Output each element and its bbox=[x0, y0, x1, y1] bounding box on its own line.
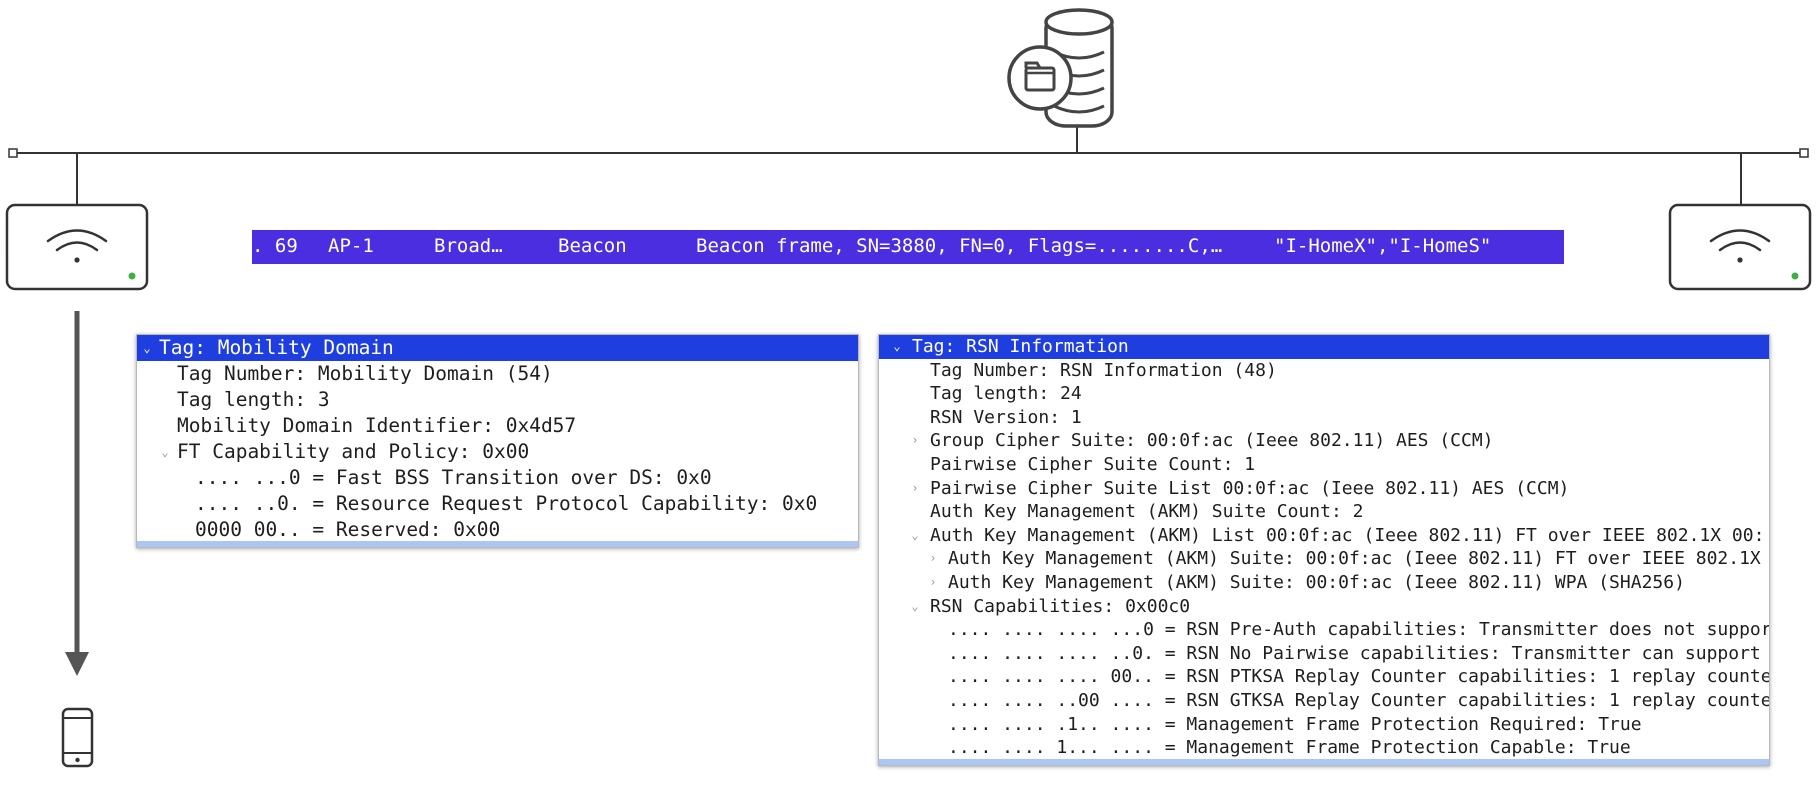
expand-chevron-down-icon[interactable]: ⌄ bbox=[159, 439, 171, 465]
tree-row-label: .... .... .... ...0 = RSN Pre-Auth capab… bbox=[948, 619, 1770, 641]
tree-row[interactable]: Tag Number: Mobility Domain (54) bbox=[137, 361, 858, 387]
wifi-access-point-icon bbox=[1668, 203, 1812, 291]
tree-row-label: Tag: RSN Information bbox=[912, 336, 1129, 357]
tree-header-row[interactable]: ⌄ Tag: Mobility Domain bbox=[137, 335, 858, 361]
tree-row-label: .... .... .1.. .... = Management Frame P… bbox=[948, 713, 1642, 735]
tree-row[interactable]: › Auth Key Management (AKM) Suite: 00:0f:… bbox=[879, 571, 1769, 595]
tree-row-label: Auth Key Management (AKM) List 00:0f:ac … bbox=[930, 524, 1765, 546]
expand-chevron-right-icon[interactable]: › bbox=[909, 477, 921, 501]
packet-source: AP-1 bbox=[328, 235, 374, 257]
tree-header-row[interactable]: ⌄ Tag: RSN Information bbox=[879, 335, 1769, 359]
tree-row-label: .... .... ..00 .... = RSN GTKSA Replay C… bbox=[948, 690, 1770, 711]
rsn-information-detail-panel[interactable]: ⌄ Tag: RSN Information Tag Number: RSN Inf… bbox=[878, 334, 1770, 766]
tree-row-label: Tag length: 24 bbox=[930, 383, 1082, 405]
tree-row[interactable]: ⌄ FT Capability and Policy: 0x00 bbox=[137, 439, 858, 465]
tree-row-label: Tag length: 3 bbox=[177, 388, 330, 411]
database-server-icon bbox=[1007, 8, 1114, 128]
tree-row[interactable]: ⌄ RSN Capabilities: 0x00c0 bbox=[879, 595, 1769, 619]
panel-next-row-strip bbox=[879, 759, 1769, 765]
tree-row[interactable]: › Group Cipher Suite: 00:0f:ac (Ieee 802.… bbox=[879, 429, 1769, 453]
tree-row[interactable]: Tag length: 3 bbox=[137, 387, 858, 413]
tree-row-label: Auth Key Management (AKM) Suite: 00:0f:a… bbox=[948, 548, 1761, 570]
tree-row[interactable]: › Auth Key Management (AKM) Suite: 00:0f:… bbox=[879, 547, 1769, 571]
tree-row-label: RSN Version: 1 bbox=[930, 406, 1082, 428]
tree-row[interactable]: .... .... 1... .... = Management Frame P… bbox=[879, 736, 1769, 760]
packet-ssids: "I-HomeX","I-HomeS" bbox=[1274, 235, 1492, 257]
tree-row-label: Pairwise Cipher Suite List 00:0f:ac (Iee… bbox=[930, 477, 1570, 499]
tree-row-label: RSN Capabilities: 0x00c0 bbox=[930, 595, 1191, 617]
tree-row[interactable]: 0000 00.. = Reserved: 0x00 bbox=[137, 517, 858, 543]
tree-row[interactable]: ⌄ Auth Key Management (AKM) List 00:0f:ac… bbox=[879, 524, 1769, 548]
expand-chevron-right-icon[interactable]: › bbox=[909, 429, 921, 453]
wifi-access-point-icon bbox=[5, 203, 149, 291]
tree-row-label: Tag Number: RSN Information (48) bbox=[930, 359, 1277, 381]
expand-chevron-right-icon[interactable]: › bbox=[927, 571, 939, 595]
expand-chevron-down-icon[interactable]: ⌄ bbox=[909, 524, 921, 548]
tree-row-label: Pairwise Cipher Suite Count: 1 bbox=[930, 454, 1256, 475]
tree-row[interactable]: .... .... .... ..0. = RSN No Pairwise ca… bbox=[879, 642, 1769, 666]
backbone-endpoint-right bbox=[1799, 148, 1809, 158]
tree-row-label: Mobility Domain Identifier: 0x4d57 bbox=[177, 414, 577, 437]
packet-destination: Broad… bbox=[434, 235, 503, 257]
tree-row-label: .... ...0 = Fast BSS Transition over DS:… bbox=[195, 466, 712, 489]
packet-list-row[interactable]: . 69 AP-1 Broad… Beacon Beacon frame, SN… bbox=[252, 230, 1564, 264]
tree-row[interactable]: › Pairwise Cipher Suite List 00:0f:ac (Ie… bbox=[879, 477, 1769, 501]
tree-row[interactable]: Tag Number: RSN Information (48) bbox=[879, 359, 1769, 383]
tree-row-label: .... .... .... 00.. = RSN PTKSA Replay C… bbox=[948, 666, 1770, 688]
mobility-domain-detail-panel[interactable]: ⌄ Tag: Mobility Domain Tag Number: Mobilit… bbox=[136, 334, 859, 548]
tree-row[interactable]: Pairwise Cipher Suite Count: 1 bbox=[879, 453, 1769, 477]
expand-chevron-down-icon[interactable]: ⌄ bbox=[891, 335, 903, 359]
tree-row-label: .... ..0. = Resource Request Protocol Ca… bbox=[195, 492, 818, 515]
packet-number: . 69 bbox=[252, 235, 298, 257]
packet-protocol: Beacon bbox=[558, 235, 627, 257]
expand-chevron-right-icon[interactable]: › bbox=[927, 547, 939, 571]
packet-info: Beacon frame, SN=3880, FN=0, Flags=.....… bbox=[696, 235, 1223, 257]
tree-row[interactable]: Mobility Domain Identifier: 0x4d57 bbox=[137, 413, 858, 439]
tree-row-label: .... .... 1... .... = Management Frame P… bbox=[948, 737, 1631, 759]
tree-row[interactable]: .... .... ..00 .... = RSN GTKSA Replay C… bbox=[879, 689, 1769, 713]
tree-row-label: 0000 00.. = Reserved: 0x00 bbox=[195, 518, 501, 541]
tree-row[interactable]: Auth Key Management (AKM) Suite Count: 2 bbox=[879, 500, 1769, 524]
tree-row-label: Auth Key Management (AKM) Suite Count: 2 bbox=[930, 501, 1364, 523]
smartphone-icon bbox=[61, 707, 94, 768]
tree-row-label: Tag Number: Mobility Domain (54) bbox=[177, 362, 553, 385]
tree-row[interactable]: .... ...0 = Fast BSS Transition over DS:… bbox=[137, 465, 858, 491]
backbone-endpoint-left bbox=[8, 148, 18, 158]
tree-row[interactable]: .... .... .... ...0 = RSN Pre-Auth capab… bbox=[879, 618, 1769, 642]
tree-row[interactable]: RSN Version: 1 bbox=[879, 406, 1769, 430]
beacon-arrow-head bbox=[65, 652, 89, 676]
tree-row[interactable]: .... .... .1.. .... = Management Frame P… bbox=[879, 713, 1769, 737]
expand-chevron-down-icon[interactable]: ⌄ bbox=[141, 335, 153, 361]
tree-row-label: Auth Key Management (AKM) Suite: 00:0f:a… bbox=[948, 572, 1685, 593]
tree-row-label: Group Cipher Suite: 00:0f:ac (Ieee 802.1… bbox=[930, 430, 1494, 452]
tree-row-label: Tag: Mobility Domain bbox=[159, 336, 394, 359]
tree-row-label: .... .... .... ..0. = RSN No Pairwise ca… bbox=[948, 642, 1761, 664]
tree-row[interactable]: .... .... .... 00.. = RSN PTKSA Replay C… bbox=[879, 665, 1769, 689]
tree-row-label: FT Capability and Policy: 0x00 bbox=[177, 440, 530, 463]
expand-chevron-down-icon[interactable]: ⌄ bbox=[909, 595, 921, 619]
tree-row[interactable]: .... ..0. = Resource Request Protocol Ca… bbox=[137, 491, 858, 517]
tree-row[interactable]: Tag length: 24 bbox=[879, 382, 1769, 406]
